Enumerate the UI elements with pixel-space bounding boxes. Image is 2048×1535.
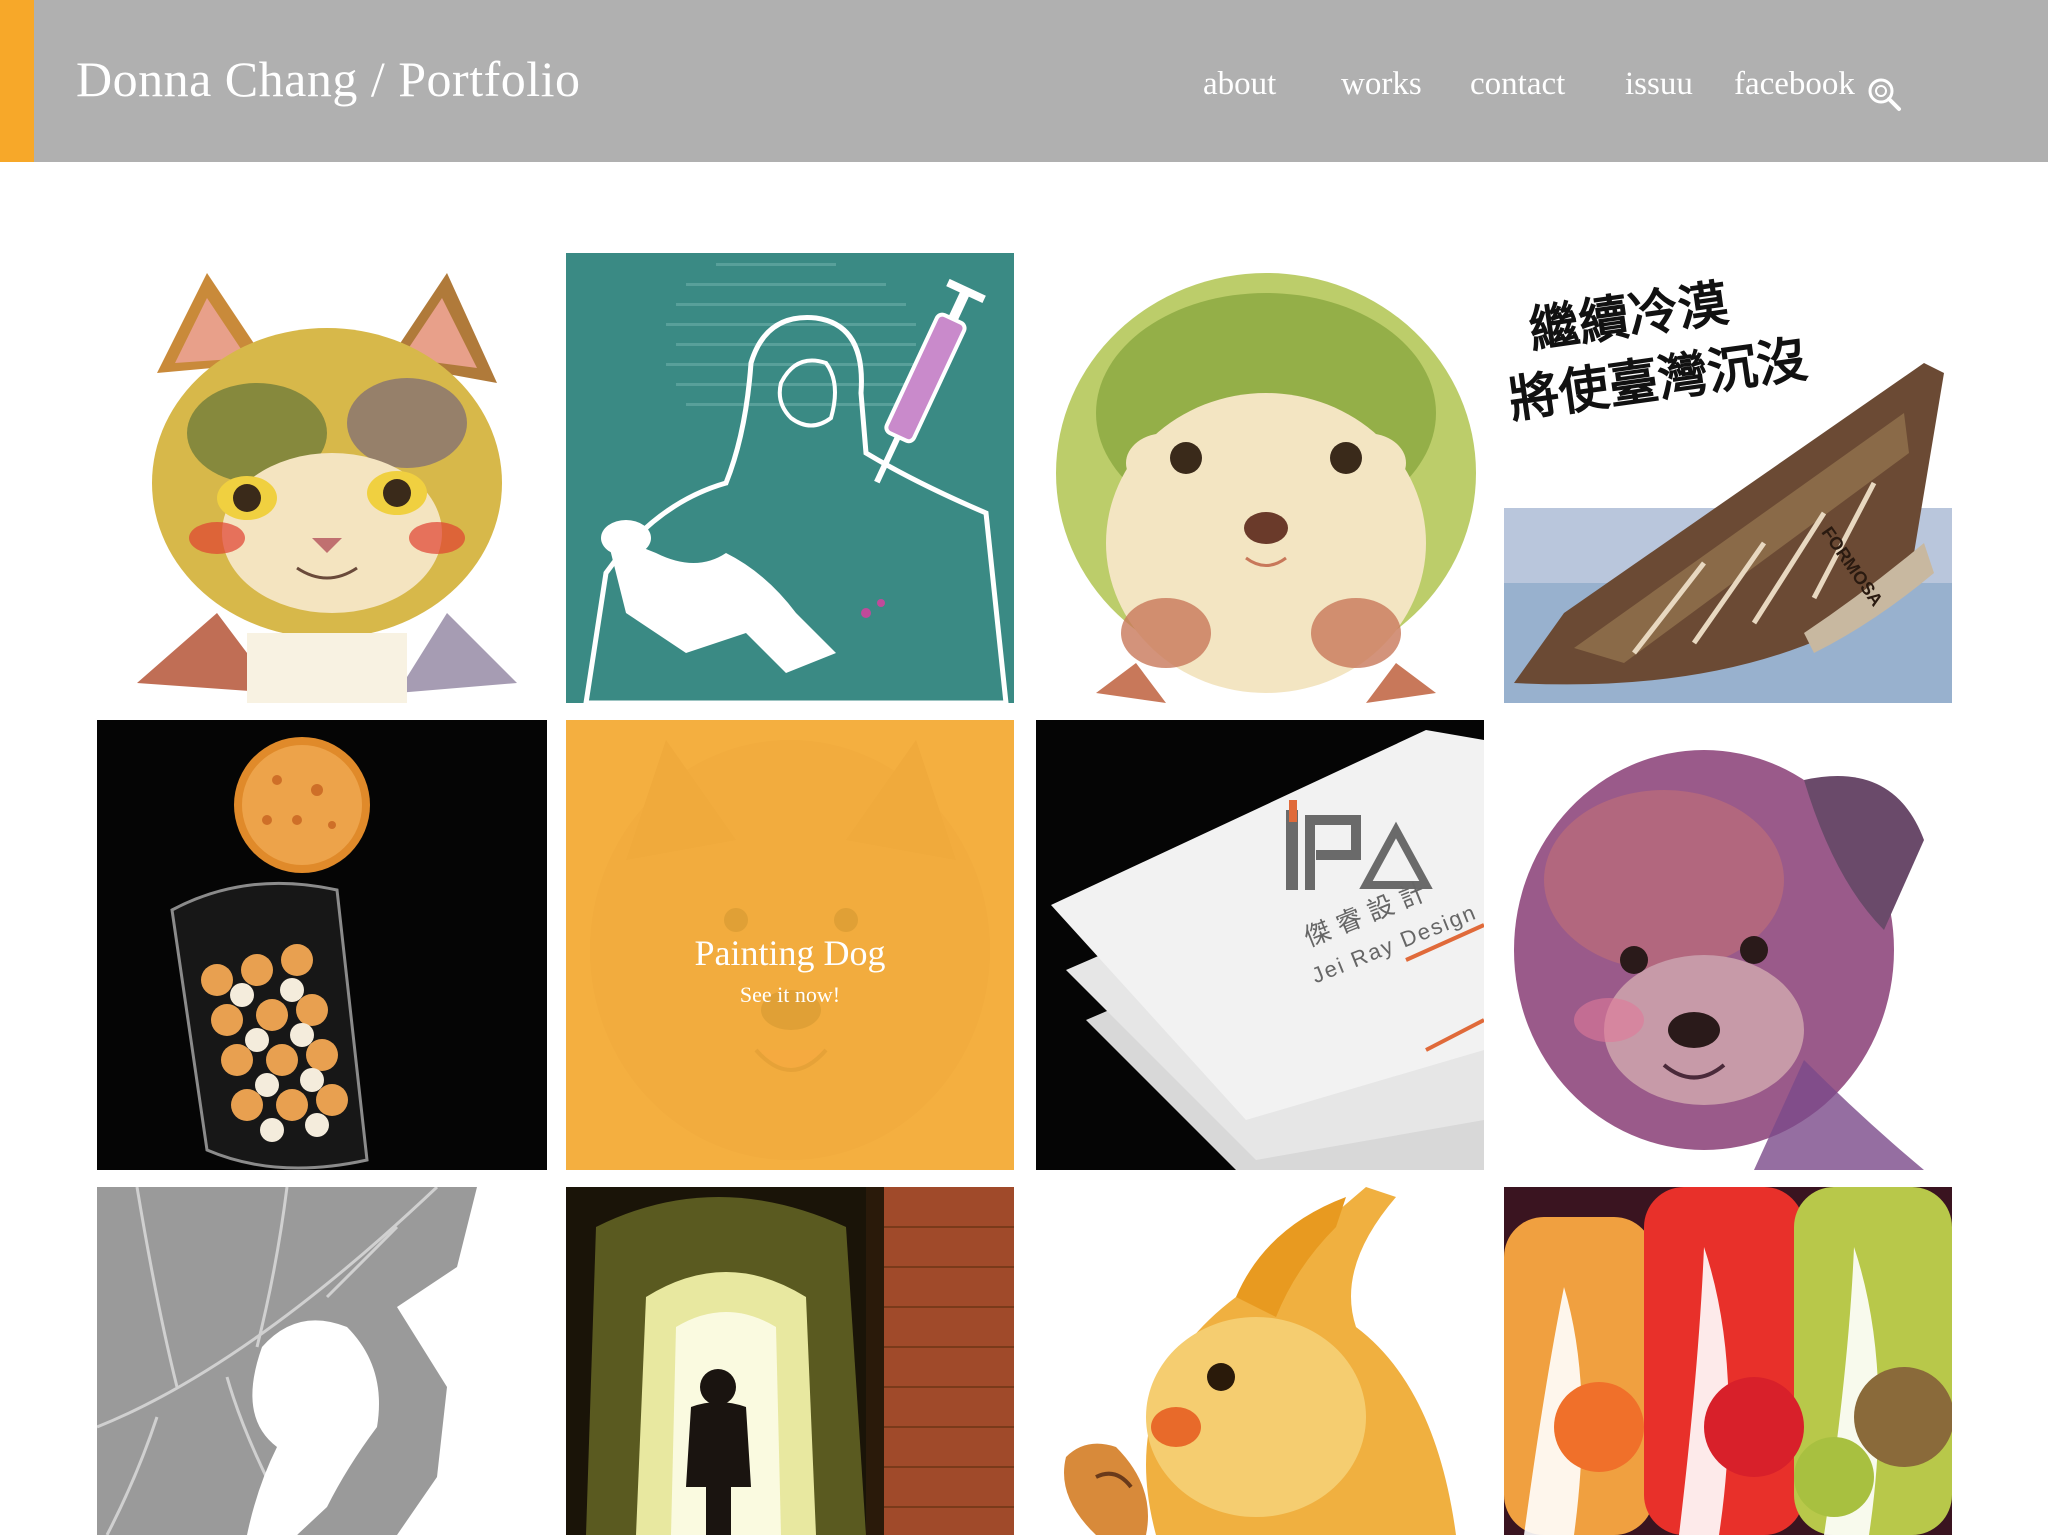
leaf-map-photo	[97, 1187, 547, 1535]
woman-dog-illustration	[566, 253, 1014, 703]
hedgehog-illustration	[1036, 253, 1484, 703]
work-tile-hedgehog[interactable]	[1036, 253, 1484, 703]
corridor-photo	[566, 1187, 1014, 1535]
see-it-now-link[interactable]: See it now!	[566, 982, 1014, 1008]
puppy-illustration	[1504, 720, 1952, 1170]
work-tile-cat[interactable]	[97, 253, 547, 703]
work-tile-juice-bottles[interactable]	[1504, 1187, 1952, 1535]
work-tile-corridor[interactable]	[566, 1187, 1014, 1535]
work-tile-leaf[interactable]	[97, 1187, 547, 1535]
juice-bottles-photo	[1504, 1187, 1952, 1535]
cockatiel-illustration	[1036, 1187, 1484, 1535]
cat-illustration	[97, 253, 547, 703]
work-tile-cockatiel[interactable]	[1036, 1187, 1484, 1535]
work-tile-business-cards[interactable]: 傑睿設計 Jei Ray Design	[1036, 720, 1484, 1170]
work-tile-formosa-poster[interactable]: 繼續冷漠 將使臺灣沉沒 FORMOSA	[1504, 253, 1952, 703]
work-tile-rice-crackers[interactable]	[97, 720, 547, 1170]
work-tile-painting-dog[interactable]: Painting Dog See it now!	[566, 720, 1014, 1170]
work-tile-euthanasia-poster[interactable]	[566, 253, 1014, 703]
snack-jar-photo	[97, 720, 547, 1170]
works-grid: 繼續冷漠 將使臺灣沉沒 FORMOSA Painting Dog See it …	[0, 0, 2048, 1535]
work-tile-puppy[interactable]	[1504, 720, 1952, 1170]
overlay-title: Painting Dog	[694, 933, 886, 973]
